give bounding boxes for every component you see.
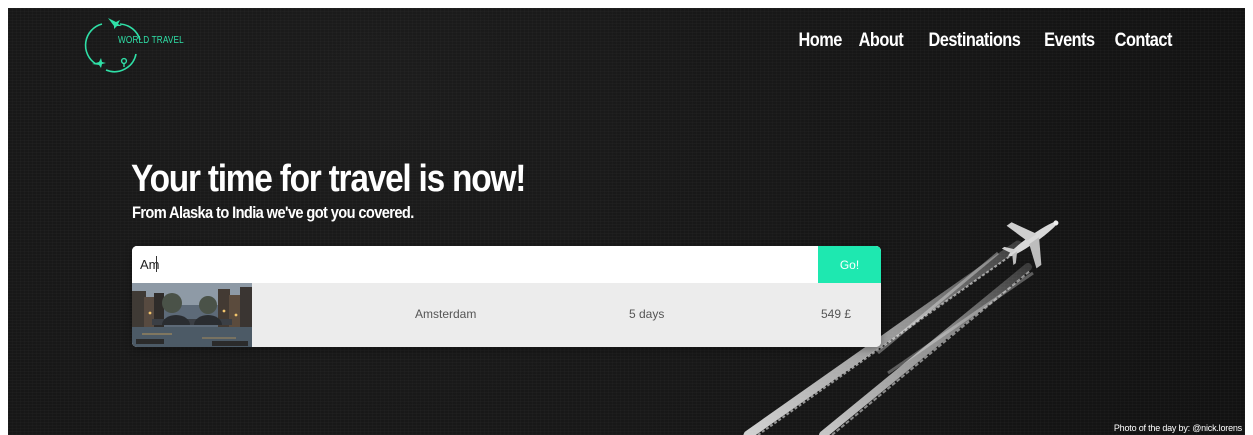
nav-home[interactable]: Home: [798, 30, 842, 52]
logo-text: WORLD TRAVEL: [118, 35, 184, 46]
airplane-icon: [1001, 220, 1059, 269]
search-input[interactable]: [132, 246, 818, 283]
logo[interactable]: WORLD TRAVEL: [82, 14, 192, 73]
nav-contact[interactable]: Contact: [1115, 30, 1173, 52]
text-cursor: [156, 256, 157, 272]
search-panel: Go!: [132, 246, 881, 347]
result-duration: 5 days: [629, 307, 665, 321]
nav-about[interactable]: About: [859, 30, 904, 52]
nav-destinations[interactable]: Destinations: [928, 30, 1020, 52]
amsterdam-canal-photo-icon: [132, 283, 252, 347]
hero-title: Your time for travel is now!: [131, 158, 526, 200]
nav-events[interactable]: Events: [1044, 30, 1095, 52]
hero-section: WORLD TRAVEL Home About Destinations Eve…: [8, 8, 1245, 435]
result-city: Amsterdam: [415, 307, 477, 321]
main-nav: Home About Destinations Events Contact: [795, 30, 1177, 52]
photo-credit: Photo of the day by: @nick.lorens: [1113, 423, 1242, 433]
search-bar: Go!: [132, 246, 881, 283]
search-result-row[interactable]: Amsterdam 5 days 549 £: [132, 283, 881, 347]
go-button[interactable]: Go!: [818, 246, 881, 283]
result-price: 549 £: [821, 307, 852, 321]
hero-subtitle: From Alaska to India we've got you cover…: [132, 203, 414, 222]
